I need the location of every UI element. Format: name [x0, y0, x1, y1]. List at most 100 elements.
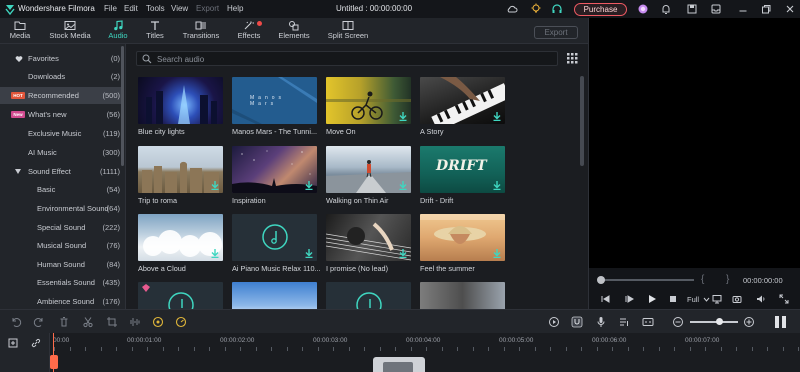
preview-zoom-select[interactable]: Full — [687, 295, 699, 304]
menu-edit[interactable]: Edit — [124, 4, 138, 13]
mark-in-button[interactable]: { — [701, 274, 704, 285]
zoom-out-icon[interactable] — [672, 316, 684, 328]
download-icon[interactable] — [211, 181, 219, 190]
preview-scrubber-track[interactable] — [600, 279, 694, 281]
sidebar-item-exclusive-music[interactable]: Exclusive Music (119) — [0, 125, 124, 142]
audio-card[interactable] — [420, 282, 505, 309]
volume-icon[interactable] — [756, 294, 766, 304]
menu-tools[interactable]: Tools — [146, 4, 165, 13]
redo-icon[interactable] — [33, 316, 45, 328]
audio-card[interactable]: Walking on Thin Air — [326, 146, 411, 205]
audio-card[interactable]: Above a Cloud — [138, 214, 223, 273]
download-icon[interactable] — [493, 249, 501, 258]
cut-icon[interactable] — [82, 316, 94, 328]
headset-icon[interactable] — [551, 3, 563, 15]
speed-icon[interactable] — [175, 316, 187, 328]
notification-icon[interactable] — [660, 3, 672, 15]
preview-scrubber-handle[interactable] — [597, 276, 605, 284]
playhead-handle[interactable] — [50, 355, 58, 369]
chevron-down-icon[interactable] — [703, 294, 710, 304]
audio-card[interactable]: I promise (No lead) — [326, 214, 411, 273]
fullscreen-icon[interactable] — [779, 294, 789, 304]
audio-card[interactable] — [138, 282, 223, 309]
close-icon[interactable] — [784, 3, 796, 15]
chevron-down-icon[interactable] — [15, 169, 21, 174]
sidebar-item-downloads[interactable]: Downloads (2) — [0, 68, 124, 85]
sidebar-scrollbar[interactable] — [121, 46, 124, 166]
previous-frame-icon[interactable] — [600, 294, 610, 304]
download-icon[interactable] — [493, 181, 501, 190]
voiceover-icon[interactable] — [618, 316, 630, 328]
delete-icon[interactable] — [58, 316, 70, 328]
mark-out-button[interactable]: } — [726, 274, 729, 285]
timeline-ruler[interactable]: 00:00 00:00:01:00 00:00:02:00 00:00:03:0… — [0, 333, 800, 372]
sidebar-item-whats-new[interactable]: New What's new (56) — [0, 106, 124, 123]
undo-icon[interactable] — [10, 316, 22, 328]
sidebar-item-ai-music[interactable]: AI Music (300) — [0, 144, 124, 161]
audio-card[interactable]: DRIFT Drift - Drift — [420, 146, 505, 205]
add-track-icon[interactable] — [8, 338, 18, 348]
play-backward-icon[interactable] — [624, 294, 634, 304]
sidebar-item-musical-sound[interactable]: Musical Sound (76) — [0, 237, 124, 254]
download-icon[interactable] — [399, 181, 407, 190]
download-icon[interactable] — [211, 249, 219, 258]
sidebar-item-favorites[interactable]: Favorites (0) — [0, 50, 124, 67]
audio-card[interactable]: Blue city lights — [138, 77, 223, 136]
lightbulb-icon[interactable] — [530, 3, 542, 15]
minimize-icon[interactable] — [737, 3, 749, 15]
save-icon[interactable] — [686, 3, 698, 15]
tab-effects[interactable]: Effects — [234, 20, 264, 42]
tab-stock-media[interactable]: Stock Media — [46, 20, 94, 42]
audio-card[interactable]: Trip to roma — [138, 146, 223, 205]
audio-card[interactable] — [326, 282, 411, 309]
download-icon[interactable] — [399, 112, 407, 121]
download-icon[interactable] — [399, 249, 407, 258]
tab-media[interactable]: Media — [6, 20, 34, 42]
play-icon[interactable] — [647, 294, 657, 304]
audio-card[interactable]: Manos Mars Manos Mars - The Tunni... — [232, 77, 317, 136]
display-settings-icon[interactable] — [712, 294, 722, 304]
download-icon[interactable] — [305, 249, 313, 258]
sidebar-item-ambience-sound[interactable]: Ambience Sound (176) — [0, 293, 124, 309]
tab-audio[interactable]: Audio — [104, 20, 132, 42]
download-icon[interactable] — [493, 112, 501, 121]
menu-help[interactable]: Help — [227, 4, 243, 13]
restore-icon[interactable] — [760, 3, 772, 15]
snapshot-icon[interactable] — [732, 294, 742, 304]
cloud-icon[interactable] — [506, 3, 518, 15]
audio-card[interactable]: Feel the summer — [420, 214, 505, 273]
tab-transitions[interactable]: Transitions — [180, 20, 222, 42]
color-match-icon[interactable] — [152, 316, 164, 328]
sidebar-item-essentials-sound[interactable]: Essentials Sound (435) — [0, 274, 124, 291]
inbox-icon[interactable] — [710, 3, 722, 15]
tab-titles[interactable]: Titles — [142, 20, 168, 42]
sidebar-item-special-sound[interactable]: Special Sound (222) — [0, 219, 124, 236]
microphone-icon[interactable] — [595, 316, 607, 328]
tab-elements[interactable]: Elements — [277, 20, 311, 42]
audio-card[interactable]: Inspiration — [232, 146, 317, 205]
zoom-in-icon[interactable] — [743, 316, 755, 328]
sidebar-item-environmental-sound[interactable]: Environmental Sound (64) — [0, 200, 124, 217]
sidebar-item-recommended[interactable]: HOT Recommended (500) — [0, 87, 124, 104]
audio-card[interactable] — [232, 282, 317, 309]
audio-card[interactable]: Ai Piano Music Relax 110... — [232, 214, 321, 273]
snap-icon[interactable] — [571, 316, 583, 328]
audio-card[interactable]: Move On — [326, 77, 411, 136]
timeline-zoom-slider[interactable] — [690, 321, 738, 323]
sidebar-item-basic[interactable]: Basic (54) — [0, 181, 124, 198]
stop-icon[interactable] — [668, 294, 678, 304]
audio-adjust-icon[interactable] — [129, 316, 141, 328]
sidebar-item-human-sound[interactable]: Human Sound (84) — [0, 256, 124, 273]
grid-view-icon[interactable] — [567, 53, 578, 64]
avatar[interactable] — [637, 3, 649, 15]
audio-card[interactable]: A Story — [420, 77, 505, 136]
timeline-zoom-handle[interactable] — [716, 318, 723, 325]
search-input[interactable]: Search audio — [136, 51, 558, 66]
subtitle-icon[interactable] — [642, 316, 654, 328]
crop-icon[interactable] — [106, 316, 118, 328]
render-preview-icon[interactable] — [548, 316, 560, 328]
menu-file[interactable]: File — [104, 4, 117, 13]
sidebar-item-sound-effect[interactable]: Sound Effect (1111) — [0, 163, 124, 180]
download-icon[interactable] — [305, 181, 313, 190]
library-scrollbar[interactable] — [580, 76, 584, 166]
